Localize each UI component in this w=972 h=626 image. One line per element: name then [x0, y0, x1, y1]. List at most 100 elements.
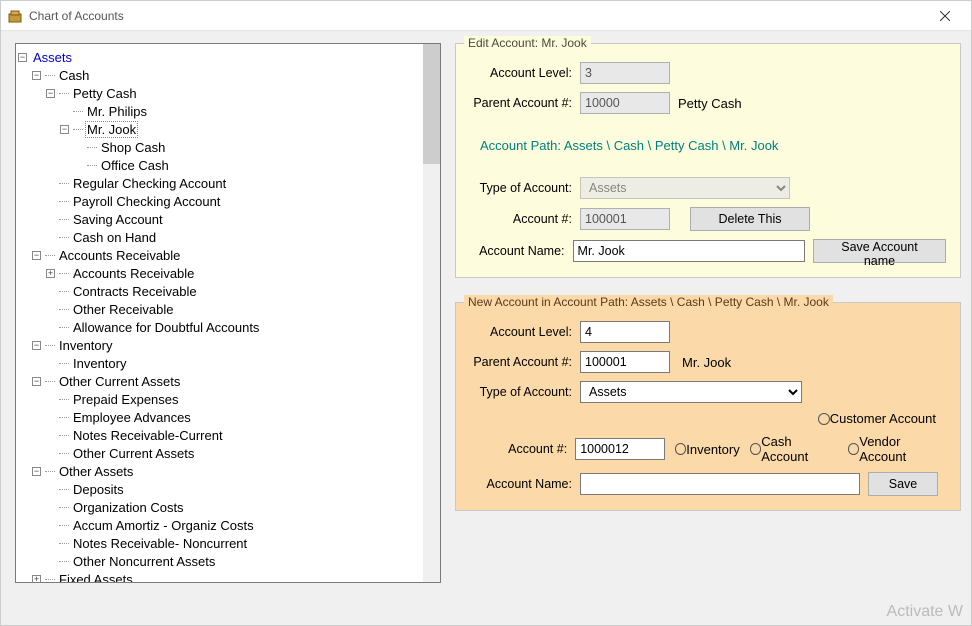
tree-node-label[interactable]: Other Receivable — [71, 302, 175, 317]
tree-node[interactable]: Other Receivable — [46, 300, 421, 318]
tree-node[interactable]: Inventory — [46, 354, 421, 372]
cash-account-radio[interactable] — [750, 443, 762, 455]
new-number-label: Account #: — [470, 442, 575, 456]
new-type-select[interactable]: Assets — [580, 381, 802, 403]
tree-node-label[interactable]: Saving Account — [71, 212, 165, 227]
tree-node-label[interactable]: Allowance for Doubtful Accounts — [71, 320, 261, 335]
tree-node-label[interactable]: Cash on Hand — [71, 230, 158, 245]
tree-node-label[interactable]: Accounts Receivable — [57, 248, 182, 263]
tree-node-label[interactable]: Shop Cash — [99, 140, 167, 155]
tree-node[interactable]: − Other Current Assets — [32, 372, 421, 390]
tree-node[interactable]: Saving Account — [46, 210, 421, 228]
tree-node-label[interactable]: Assets — [31, 50, 74, 65]
tree-node[interactable]: −Assets — [18, 48, 421, 66]
edit-name-input[interactable] — [573, 240, 805, 262]
tree-node-label[interactable]: Payroll Checking Account — [71, 194, 222, 209]
tree-node-label[interactable]: Inventory — [57, 338, 114, 353]
customer-account-label[interactable]: Customer Account — [830, 411, 936, 426]
save-account-name-button[interactable]: Save Account name — [813, 239, 946, 263]
close-icon — [940, 11, 950, 21]
collapse-icon[interactable]: − — [32, 467, 41, 476]
tree-node-label[interactable]: Mr. Philips — [85, 104, 149, 119]
tree-node[interactable]: Contracts Receivable — [46, 282, 421, 300]
tree-node-label[interactable]: Fixed Assets — [57, 572, 135, 583]
tree-node-label[interactable]: Other Current Assets — [71, 446, 196, 461]
new-level-label: Account Level: — [470, 325, 580, 339]
content-area: −Assets−Cash−Petty CashMr. Philips−Mr. J… — [1, 31, 971, 625]
scrollbar-thumb[interactable] — [423, 44, 440, 164]
tree-node-label[interactable]: Office Cash — [99, 158, 171, 173]
tree-node[interactable]: Regular Checking Account — [46, 174, 421, 192]
tree-node[interactable]: Other Noncurrent Assets — [46, 552, 421, 570]
new-parent-name: Mr. Jook — [682, 355, 731, 370]
collapse-icon[interactable]: − — [32, 377, 41, 386]
inventory-radio[interactable] — [675, 443, 687, 455]
collapse-icon[interactable]: − — [32, 71, 41, 80]
tree-node[interactable]: − Petty Cash — [46, 84, 421, 102]
collapse-icon[interactable]: − — [46, 89, 55, 98]
delete-account-button[interactable]: Delete This — [690, 207, 810, 231]
collapse-icon[interactable]: − — [32, 341, 41, 350]
expand-icon[interactable]: + — [32, 575, 41, 583]
tree-node[interactable]: Shop Cash — [74, 138, 421, 156]
tree-node-label[interactable]: Mr. Jook — [85, 121, 138, 138]
tree-node[interactable]: − Cash — [32, 66, 421, 84]
tree-node[interactable]: Notes Receivable-Current — [46, 426, 421, 444]
tree-node-label[interactable]: Accounts Receivable — [71, 266, 196, 281]
tree-node[interactable]: Allowance for Doubtful Accounts — [46, 318, 421, 336]
tree-node[interactable]: − Other Assets — [32, 462, 421, 480]
tree-node-label[interactable]: Other Assets — [57, 464, 135, 479]
tree-scrollbar[interactable] — [423, 44, 440, 582]
new-account-save-button[interactable]: Save — [868, 472, 938, 496]
collapse-icon[interactable]: − — [32, 251, 41, 260]
tree-node-label[interactable]: Notes Receivable- Noncurrent — [71, 536, 249, 551]
tree-node[interactable]: Prepaid Expenses — [46, 390, 421, 408]
tree-node-label[interactable]: Accum Amortiz - Organiz Costs — [71, 518, 256, 533]
tree-node-label[interactable]: Organization Costs — [71, 500, 186, 515]
tree-node-label[interactable]: Deposits — [71, 482, 126, 497]
customer-account-radio[interactable] — [818, 413, 830, 425]
new-account-legend: New Account in Account Path: Assets \ Ca… — [464, 295, 833, 309]
tree-node[interactable]: + Accounts Receivable — [46, 264, 421, 282]
tree-node[interactable]: + Fixed Assets — [32, 570, 421, 582]
vendor-account-label[interactable]: Vendor Account — [859, 434, 946, 464]
tree-node[interactable]: Other Current Assets — [46, 444, 421, 462]
new-parent-number-input[interactable] — [580, 351, 670, 373]
tree-node[interactable]: Accum Amortiz - Organiz Costs — [46, 516, 421, 534]
tree-node-label[interactable]: Notes Receivable-Current — [71, 428, 225, 443]
new-name-input[interactable] — [580, 473, 860, 495]
tree-node-label[interactable]: Other Noncurrent Assets — [71, 554, 217, 569]
cash-account-label[interactable]: Cash Account — [761, 434, 837, 464]
tree-node-label[interactable]: Contracts Receivable — [71, 284, 199, 299]
inventory-label[interactable]: Inventory — [686, 442, 739, 457]
new-level-input[interactable] — [580, 321, 670, 343]
tree-node[interactable]: Deposits — [46, 480, 421, 498]
account-tree[interactable]: −Assets−Cash−Petty CashMr. Philips−Mr. J… — [18, 48, 421, 582]
tree-node[interactable]: − Inventory — [32, 336, 421, 354]
tree-node-label[interactable]: Other Current Assets — [57, 374, 182, 389]
tree-node[interactable]: Employee Advances — [46, 408, 421, 426]
detail-pane: Edit Account: Mr. Jook Account Level: Pa… — [455, 43, 961, 615]
tree-node-label[interactable]: Regular Checking Account — [71, 176, 228, 191]
expand-icon[interactable]: + — [46, 269, 55, 278]
tree-node[interactable]: Notes Receivable- Noncurrent — [46, 534, 421, 552]
tree-node[interactable]: Organization Costs — [46, 498, 421, 516]
collapse-icon[interactable]: − — [60, 125, 69, 134]
tree-node[interactable]: Payroll Checking Account — [46, 192, 421, 210]
tree-node[interactable]: − Mr. Jook — [60, 120, 421, 138]
new-number-input[interactable] — [575, 438, 665, 460]
collapse-icon[interactable]: − — [18, 53, 27, 62]
tree-node-label[interactable]: Inventory — [71, 356, 128, 371]
tree-node-label[interactable]: Cash — [57, 68, 91, 83]
vendor-account-radio[interactable] — [848, 443, 860, 455]
tree-node-label[interactable]: Employee Advances — [71, 410, 193, 425]
tree-node[interactable]: − Accounts Receivable — [32, 246, 421, 264]
tree-node[interactable]: Cash on Hand — [46, 228, 421, 246]
tree-node[interactable]: Mr. Philips — [60, 102, 421, 120]
tree-node-label[interactable]: Petty Cash — [71, 86, 139, 101]
new-account-panel: New Account in Account Path: Assets \ Ca… — [455, 302, 961, 511]
tree-node-label[interactable]: Prepaid Expenses — [71, 392, 181, 407]
edit-number-input — [580, 208, 670, 230]
tree-node[interactable]: Office Cash — [74, 156, 421, 174]
window-close-button[interactable] — [925, 2, 965, 30]
